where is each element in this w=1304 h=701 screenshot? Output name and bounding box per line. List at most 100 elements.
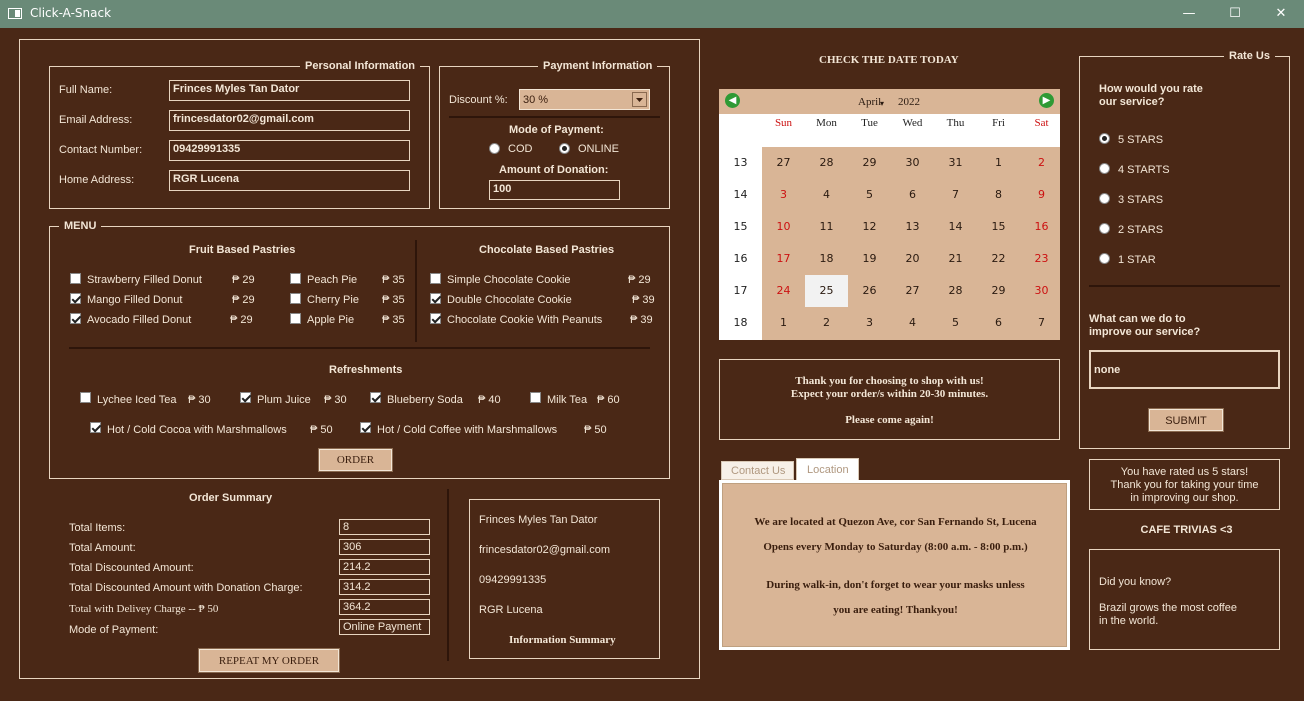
window-title: Click-A-Snack bbox=[30, 6, 112, 20]
calendar-day[interactable]: 28 bbox=[805, 147, 848, 179]
calendar-day[interactable]: 4 bbox=[805, 179, 848, 211]
donation-total-field[interactable]: 314.2 bbox=[339, 579, 430, 595]
milk-tea-checkbox[interactable] bbox=[530, 392, 541, 403]
calendar-day[interactable]: 10 bbox=[762, 211, 805, 243]
calendar-day[interactable]: 15 bbox=[977, 211, 1020, 243]
calendar-day[interactable]: 5 bbox=[848, 179, 891, 211]
plum-juice-checkbox[interactable] bbox=[240, 392, 251, 403]
calendar-day[interactable]: 17 bbox=[762, 243, 805, 275]
calendar-day[interactable]: 8 bbox=[977, 179, 1020, 211]
calendar-day[interactable]: 26 bbox=[848, 275, 891, 307]
cod-label: COD bbox=[508, 143, 533, 155]
email-field[interactable]: frincesdator02@gmail.com bbox=[169, 110, 410, 131]
calendar-day[interactable]: 14 bbox=[934, 211, 977, 243]
calendar-day[interactable]: 7 bbox=[934, 179, 977, 211]
order-button[interactable]: ORDER bbox=[318, 448, 393, 472]
peach-pie-checkbox[interactable] bbox=[290, 273, 301, 284]
calendar-day[interactable]: 20 bbox=[891, 243, 934, 275]
location-line-3: During walk-in, don't forget to wear you… bbox=[766, 579, 1025, 591]
calendar-day[interactable]: 23 bbox=[1020, 243, 1063, 275]
tab-contact-us[interactable]: Contact Us bbox=[721, 461, 794, 480]
calendar-year[interactable]: 2022 bbox=[898, 96, 920, 108]
repeat-order-button[interactable]: REPEAT MY ORDER bbox=[198, 648, 340, 673]
rate-1-radio[interactable] bbox=[1099, 253, 1110, 264]
rate-5-radio[interactable] bbox=[1099, 133, 1110, 144]
peanut-cookie-checkbox[interactable] bbox=[430, 313, 441, 324]
online-radio[interactable] bbox=[559, 143, 570, 154]
minimize-button[interactable]: — bbox=[1166, 3, 1212, 25]
calendar-day[interactable]: 5 bbox=[934, 307, 977, 339]
calendar-day-today[interactable]: 25 bbox=[805, 275, 848, 307]
rate-4-radio[interactable] bbox=[1099, 163, 1110, 174]
discounted-amount-field[interactable]: 214.2 bbox=[339, 559, 430, 575]
close-button[interactable]: ✕ bbox=[1258, 3, 1304, 25]
calendar-day[interactable]: 27 bbox=[762, 147, 805, 179]
calendar-day[interactable]: 30 bbox=[891, 147, 934, 179]
avocado-donut-checkbox[interactable] bbox=[70, 313, 81, 324]
rate-3-radio[interactable] bbox=[1099, 193, 1110, 204]
next-month-icon[interactable]: ▶ bbox=[1039, 93, 1054, 108]
submit-button[interactable]: SUBMIT bbox=[1148, 408, 1224, 432]
apple-pie-checkbox[interactable] bbox=[290, 313, 301, 324]
mode-payment-field[interactable]: Online Payment bbox=[339, 619, 430, 635]
calendar-day[interactable]: 7 bbox=[1020, 307, 1063, 339]
weekday-label: Sun bbox=[774, 117, 793, 129]
calendar-day[interactable]: 19 bbox=[848, 243, 891, 275]
calendar-day[interactable]: 31 bbox=[934, 147, 977, 179]
calendar-day[interactable]: 30 bbox=[1020, 275, 1063, 307]
calendar-day[interactable]: 18 bbox=[805, 243, 848, 275]
strawberry-donut-checkbox[interactable] bbox=[70, 273, 81, 284]
simple-cookie-checkbox[interactable] bbox=[430, 273, 441, 284]
discount-dropdown[interactable]: 30 % bbox=[519, 89, 650, 110]
calendar-day[interactable]: 29 bbox=[848, 147, 891, 179]
cod-radio[interactable] bbox=[489, 143, 500, 154]
rate-2-radio[interactable] bbox=[1099, 223, 1110, 234]
calendar-day[interactable]: 16 bbox=[1020, 211, 1063, 243]
calendar-day[interactable]: 24 bbox=[762, 275, 805, 307]
improve-field[interactable]: none bbox=[1089, 350, 1280, 389]
cherry-pie-checkbox[interactable] bbox=[290, 293, 301, 304]
total-items-field[interactable]: 8 bbox=[339, 519, 430, 535]
full-name-field[interactable]: Frinces Myles Tan Dator bbox=[169, 80, 410, 101]
calendar-day[interactable]: 12 bbox=[848, 211, 891, 243]
calendar-day[interactable]: 4 bbox=[891, 307, 934, 339]
cocoa-checkbox[interactable] bbox=[90, 422, 101, 433]
calendar-day[interactable]: 3 bbox=[762, 179, 805, 211]
contact-field[interactable]: 09429991335 bbox=[169, 140, 410, 161]
calendar-day[interactable]: 9 bbox=[1020, 179, 1063, 211]
coffee-checkbox[interactable] bbox=[360, 422, 371, 433]
trivia-line-1: Did you know? bbox=[1099, 576, 1172, 588]
month-dropdown-icon[interactable]: ▾ bbox=[880, 99, 884, 108]
calendar-month[interactable]: April bbox=[858, 96, 881, 108]
calendar-day[interactable]: 1 bbox=[977, 147, 1020, 179]
delivery-total-field[interactable]: 364.2 bbox=[339, 599, 430, 615]
tab-location[interactable]: Location bbox=[796, 458, 859, 481]
peanut-cookie-label: Chocolate Cookie With Peanuts bbox=[447, 314, 603, 326]
calendar-day[interactable]: 22 bbox=[977, 243, 1020, 275]
lychee-tea-checkbox[interactable] bbox=[80, 392, 91, 403]
calendar-day[interactable]: 21 bbox=[934, 243, 977, 275]
double-cookie-checkbox[interactable] bbox=[430, 293, 441, 304]
mango-donut-checkbox[interactable] bbox=[70, 293, 81, 304]
calendar-day[interactable]: 29 bbox=[977, 275, 1020, 307]
calendar-day[interactable]: 28 bbox=[934, 275, 977, 307]
calendar-day[interactable]: 11 bbox=[805, 211, 848, 243]
address-field[interactable]: RGR Lucena bbox=[169, 170, 410, 191]
calendar[interactable]: ◀ April ▾ 2022 ▶ Sun Mon Tue Wed Thu Fri Sat 13… bbox=[719, 89, 1060, 340]
calendar-day[interactable]: 6 bbox=[977, 307, 1020, 339]
blueberry-soda-checkbox[interactable] bbox=[370, 392, 381, 403]
calendar-day[interactable]: 2 bbox=[1020, 147, 1063, 179]
prev-month-icon[interactable]: ◀ bbox=[725, 93, 740, 108]
blueberry-soda-price: ₱ 40 bbox=[478, 394, 501, 406]
calendar-day[interactable]: 3 bbox=[848, 307, 891, 339]
calendar-day[interactable]: 2 bbox=[805, 307, 848, 339]
chevron-down-icon[interactable] bbox=[632, 92, 647, 107]
week-number: 14 bbox=[733, 188, 748, 201]
calendar-day[interactable]: 27 bbox=[891, 275, 934, 307]
calendar-day[interactable]: 6 bbox=[891, 179, 934, 211]
calendar-day[interactable]: 1 bbox=[762, 307, 805, 339]
donation-field[interactable]: 100 bbox=[489, 180, 620, 200]
calendar-day[interactable]: 13 bbox=[891, 211, 934, 243]
maximize-button[interactable]: ☐ bbox=[1212, 3, 1258, 25]
total-amount-field[interactable]: 306 bbox=[339, 539, 430, 555]
